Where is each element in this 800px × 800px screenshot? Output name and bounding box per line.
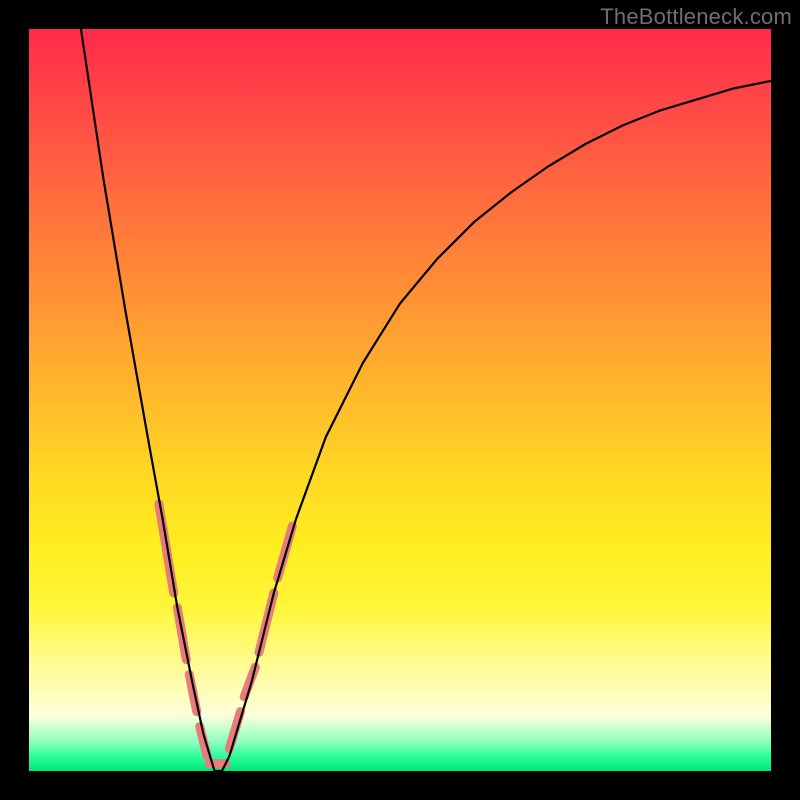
highlight-dash <box>229 712 240 749</box>
chart-plot-area <box>29 29 771 771</box>
chart-svg <box>29 29 771 771</box>
highlight-dash <box>159 504 174 593</box>
highlight-markers <box>159 504 293 764</box>
watermark-text: TheBottleneck.com <box>600 4 792 30</box>
chart-frame: TheBottleneck.com <box>0 0 800 800</box>
